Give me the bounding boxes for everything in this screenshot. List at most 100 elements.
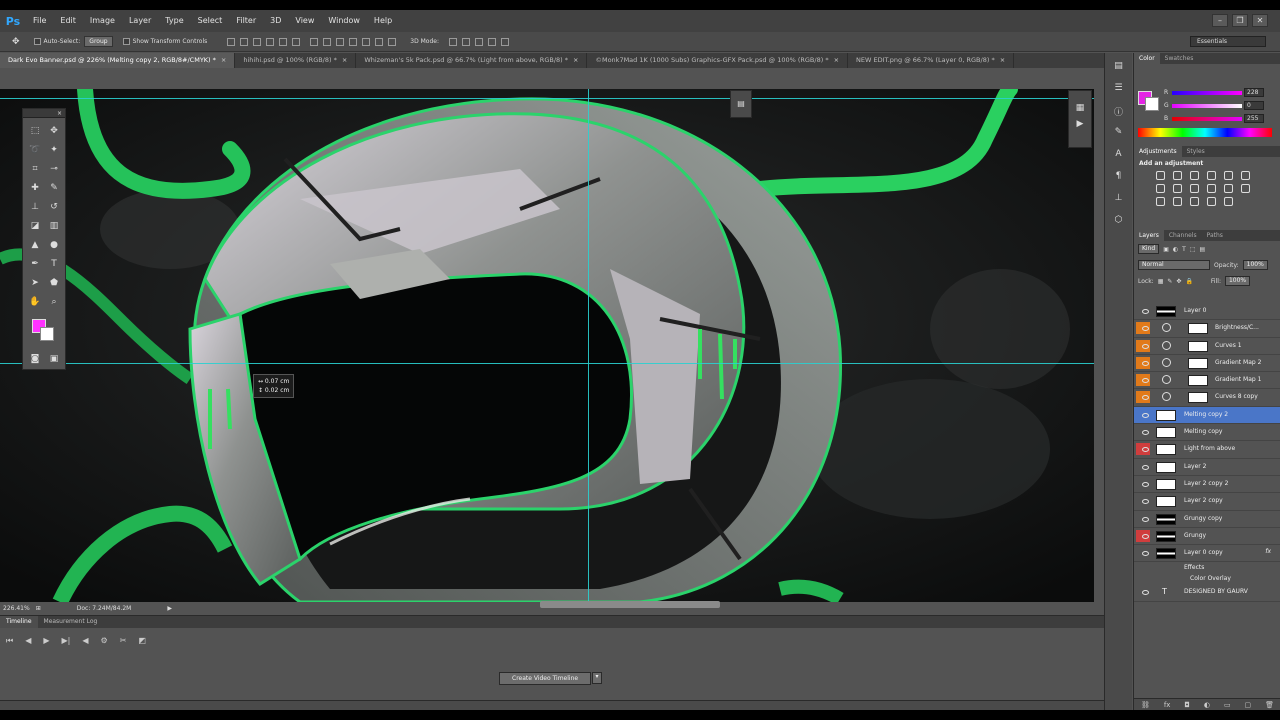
layer-effect-color-overlay[interactable]: Color Overlay: [1134, 573, 1280, 584]
brush-panel-icon[interactable]: ✎: [1112, 127, 1126, 139]
floating-panel[interactable]: ▦ ▶: [1068, 90, 1092, 148]
exposure-icon[interactable]: [1207, 171, 1216, 180]
history-icon[interactable]: ▤: [1112, 61, 1126, 73]
layer-row[interactable]: Melting copy: [1134, 424, 1280, 442]
hand-icon[interactable]: ✋: [28, 295, 42, 309]
distribute-right-icon[interactable]: [375, 37, 384, 46]
bw-icon[interactable]: [1190, 184, 1199, 193]
layer-row[interactable]: Grungy copy: [1134, 511, 1280, 528]
fx-icon[interactable]: fx: [1265, 548, 1271, 555]
visibility-toggle[interactable]: [1136, 322, 1150, 335]
layer-row[interactable]: Layer 2: [1134, 459, 1280, 476]
visibility-toggle[interactable]: [1136, 426, 1150, 438]
quick-mask-icon[interactable]: ◙: [28, 352, 42, 366]
red-gradient[interactable]: [1172, 91, 1242, 95]
doc-tab[interactable]: ©Monk7Mad 1K (1000 Subs) Graphics-GFX Pa…: [587, 53, 849, 68]
blur-icon[interactable]: ▲: [28, 238, 42, 252]
transition-icon[interactable]: ◩: [138, 636, 146, 646]
status-icon[interactable]: ⊞: [36, 605, 41, 612]
align-vcenter-icon[interactable]: [240, 37, 249, 46]
create-timeline-dropdown-icon[interactable]: ▾: [592, 672, 602, 684]
minimize-icon[interactable]: –: [1212, 14, 1228, 27]
layer-row[interactable]: Curves 1: [1134, 338, 1280, 355]
layer-row[interactable]: Gradient Map 2: [1134, 355, 1280, 373]
visibility-toggle[interactable]: [1136, 495, 1150, 507]
play-icon[interactable]: ▶: [43, 636, 49, 646]
doc-size[interactable]: Doc: 7.24M/84.2M: [77, 605, 132, 612]
color-balance-icon[interactable]: [1173, 184, 1182, 193]
menu-select[interactable]: Select: [191, 10, 230, 32]
guide-horizontal[interactable]: [0, 98, 1094, 99]
color-spectrum[interactable]: [1138, 128, 1272, 137]
visibility-toggle[interactable]: [1136, 409, 1150, 421]
layer-row[interactable]: Layer 2 copy 2: [1134, 476, 1280, 494]
threshold-icon[interactable]: [1190, 197, 1199, 206]
tools-panel-header[interactable]: ×: [23, 109, 65, 118]
align-hcenter-icon[interactable]: [279, 37, 288, 46]
brightness-icon[interactable]: [1156, 171, 1165, 180]
visibility-toggle[interactable]: [1136, 391, 1150, 404]
menu-layer[interactable]: Layer: [122, 10, 158, 32]
3d-icon[interactable]: ⬡: [1112, 215, 1126, 227]
guide-horizontal[interactable]: [0, 363, 1094, 364]
visibility-toggle[interactable]: [1136, 443, 1150, 456]
visibility-toggle[interactable]: [1136, 478, 1150, 490]
filter-shape-icon[interactable]: ⬚: [1190, 246, 1196, 253]
menu-type[interactable]: Type: [158, 10, 190, 32]
guide-vertical[interactable]: [588, 89, 589, 602]
shape-icon[interactable]: ⬟: [47, 276, 61, 290]
red-slider[interactable]: R 228: [1164, 88, 1274, 98]
eraser-icon[interactable]: ◪: [28, 219, 42, 233]
settings-icon[interactable]: ⚙: [101, 636, 108, 646]
menu-window[interactable]: Window: [321, 10, 367, 32]
clone-source-icon[interactable]: ⊥: [1112, 193, 1126, 205]
filter-type-icon[interactable]: T: [1182, 246, 1186, 253]
layer-row[interactable]: Layer 0 copy fx: [1134, 545, 1280, 563]
visibility-toggle[interactable]: [1136, 547, 1150, 559]
blue-slider[interactable]: B 255: [1164, 114, 1274, 124]
3d-rotate-icon[interactable]: [448, 37, 457, 46]
opacity-input[interactable]: 100%: [1242, 260, 1268, 270]
new-group-icon[interactable]: ▭: [1224, 701, 1231, 709]
tab-layers[interactable]: Layers: [1134, 230, 1164, 241]
layer-row[interactable]: Brightness/C...: [1134, 320, 1280, 338]
split-icon[interactable]: ✂: [120, 636, 127, 646]
triangle-icon[interactable]: [1241, 171, 1250, 180]
align-top-icon[interactable]: [227, 37, 236, 46]
posterize-icon[interactable]: [1173, 197, 1182, 206]
fill-input[interactable]: 100%: [1224, 276, 1251, 286]
history-brush-icon[interactable]: ↺: [47, 200, 61, 214]
3d-roll-icon[interactable]: [461, 37, 470, 46]
add-style-icon[interactable]: fx: [1164, 701, 1171, 709]
pen-icon[interactable]: ✒: [28, 257, 42, 271]
menu-filter[interactable]: Filter: [229, 10, 263, 32]
gradient-map-icon[interactable]: [1207, 197, 1216, 206]
layer-row[interactable]: Layer 2 copy: [1134, 493, 1280, 511]
green-value[interactable]: 0: [1244, 101, 1264, 110]
visibility-toggle[interactable]: [1136, 339, 1150, 352]
visibility-toggle[interactable]: [1136, 356, 1150, 369]
menu-3d[interactable]: 3D: [263, 10, 288, 32]
align-right-icon[interactable]: [292, 37, 301, 46]
align-left-icon[interactable]: [266, 37, 275, 46]
first-frame-icon[interactable]: ⏮: [6, 636, 13, 646]
tab-swatches[interactable]: Swatches: [1160, 53, 1199, 64]
distribute-bottom-icon[interactable]: [336, 37, 345, 46]
green-slider[interactable]: G 0: [1164, 101, 1274, 111]
lasso-icon[interactable]: ➰: [28, 143, 42, 157]
brush-icon[interactable]: ✎: [47, 181, 61, 195]
tab-paths[interactable]: Paths: [1202, 230, 1228, 241]
distribute-hcenter-icon[interactable]: [362, 37, 371, 46]
visibility-toggle[interactable]: [1136, 586, 1150, 598]
auto-select-dropdown[interactable]: Group: [84, 36, 113, 47]
background-color-swatch[interactable]: [40, 327, 54, 341]
visibility-toggle[interactable]: [1136, 513, 1150, 525]
layer-row[interactable]: Curves 8 copy: [1134, 389, 1280, 407]
align-bottom-icon[interactable]: [253, 37, 262, 46]
vibrance-icon[interactable]: [1224, 171, 1233, 180]
close-icon[interactable]: ✕: [1252, 14, 1268, 27]
hue-sat-icon[interactable]: [1156, 184, 1165, 193]
menu-image[interactable]: Image: [83, 10, 122, 32]
new-adjustment-icon[interactable]: ◐: [1204, 701, 1210, 709]
lock-paint-icon[interactable]: ✎: [1167, 278, 1172, 285]
